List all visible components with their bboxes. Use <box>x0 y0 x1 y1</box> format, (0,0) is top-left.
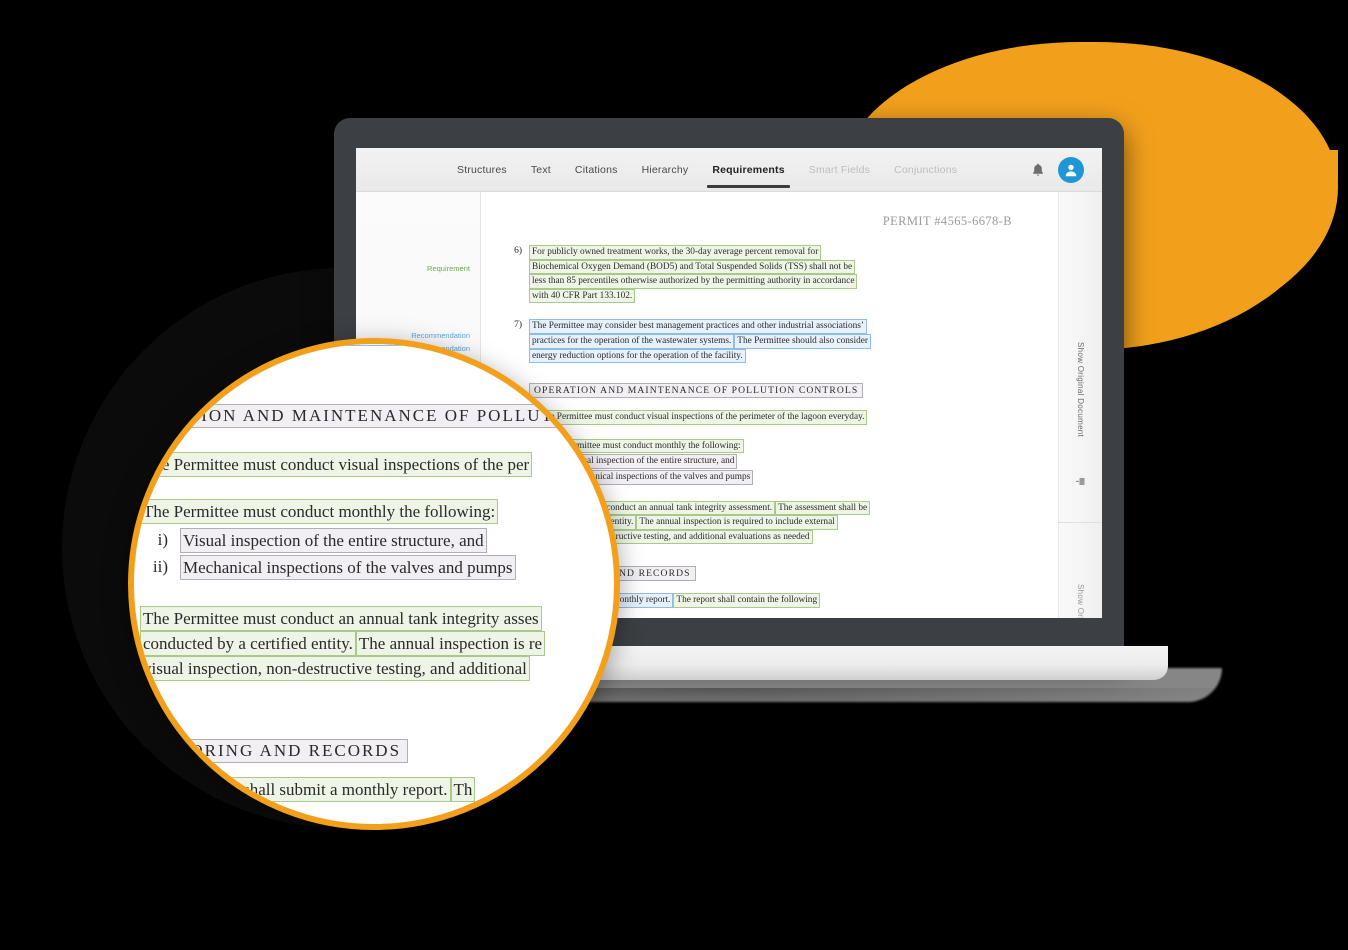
section-e-heading[interactable]: G AND RECORDS <box>595 566 1020 582</box>
clause-6-line-3: less than 85 percentiles otherwise autho… <box>529 274 858 289</box>
right-rail: Show Original Document Show Original Doc… <box>1058 192 1102 618</box>
magnified-item-2-ii-text: Mechanical inspections of the valves and… <box>180 555 516 580</box>
magnified-e-item-1-line-2: information: <box>140 802 231 824</box>
tab-text[interactable]: Text <box>528 148 554 191</box>
section-d-item-3-line-2b: The annual inspection is required to inc… <box>636 515 838 530</box>
magnified-section-d-heading[interactable]: D. OPERATION AND MAINTENANCE OF POLLUTIO <box>134 404 614 428</box>
magnified-e-item-1[interactable]: 1) The Permittee shall submit a monthly … <box>134 777 614 824</box>
magnified-item-1-text: The Permittee must conduct visual inspec… <box>140 452 533 477</box>
rail-label-requirement: Requirement <box>427 264 470 273</box>
magnified-item-2[interactable]: 2) The Permittee must conduct monthly th… <box>134 499 614 524</box>
magnified-e-item-1-i-text: The date, place, time, and method <box>180 829 416 830</box>
magnified-e-item-1-number: 1) <box>134 777 140 824</box>
tab-hierarchy[interactable]: Hierarchy <box>639 148 692 191</box>
show-original-document-label[interactable]: Show Original Document <box>1076 342 1085 437</box>
tab-requirements[interactable]: Requirements <box>707 148 791 191</box>
magnified-item-2-i-number: i) <box>157 530 168 549</box>
tab-structures[interactable]: Structures <box>454 148 510 191</box>
clause-7-line-1: The Permittee may consider best manageme… <box>529 319 867 334</box>
magnified-section-e-heading[interactable]: E. MONITORING AND RECORDS <box>134 739 614 763</box>
clause-6-line-2: Biochemical Oxygen Demand (BOD5) and Tot… <box>529 259 856 275</box>
magnified-item-2-ii[interactable]: ii) Mechanical inspections of the valves… <box>140 555 614 580</box>
magnified-item-3[interactable]: 3) The Permittee must conduct an annual … <box>134 606 614 681</box>
tab-citations[interactable]: Citations <box>572 148 621 191</box>
magnified-item-3-line-3: visual inspection, non-destructive testi… <box>140 656 530 681</box>
tab-conjunctions[interactable]: Conjunctions <box>891 148 960 191</box>
permit-number: PERMIT #4565-6678-B <box>882 214 1012 228</box>
document-toggle-icon[interactable] <box>1075 474 1086 485</box>
show-original-document-label-secondary: Show Original Document <box>1076 584 1085 618</box>
magnified-e-item-1-line-1: The Permittee shall submit a monthly rep… <box>140 777 476 802</box>
magnified-item-3-line-2: conducted by a certified entity. The annu… <box>140 631 546 656</box>
magnified-e-item-1-i-number: i) <box>140 829 180 830</box>
clause-6-number: 6) <box>514 246 522 256</box>
section-d-item-3[interactable]: Permittee must conduct an annual tank in… <box>545 500 1020 545</box>
tab-smart-fields[interactable]: Smart Fields <box>806 148 873 191</box>
section-e-item-1-line-1b: The report shall contain the following <box>673 593 821 608</box>
section-d-item-2-i[interactable]: i) Visual inspection of the entire struc… <box>545 454 1020 469</box>
magnified-item-1[interactable]: 1) The Permittee must conduct visual ins… <box>134 452 614 477</box>
magnified-item-2-ii-number: ii) <box>152 557 168 576</box>
stage: Structures Text Citations Hierarchy Requ… <box>0 0 1348 950</box>
magnified-item-3-line-2b: The annual inspection is re <box>355 631 546 656</box>
magnifier-lens: es for the operation of the was nergy re… <box>128 338 620 830</box>
right-rail-divider <box>1059 522 1102 523</box>
magnified-e-item-1-body: The Permittee shall submit a monthly rep… <box>140 777 476 824</box>
magnified-e-item-1-i[interactable]: i) The date, place, time, and method <box>140 829 620 830</box>
section-d-item-3-line-1b: The assessment shall be <box>775 500 871 516</box>
clause-6-line-4: with 40 CFR Part 133.102. <box>529 288 636 304</box>
clause-6[interactable]: 6) For publicly owned treatment works, t… <box>503 245 1020 304</box>
bell-icon[interactable] <box>1030 162 1046 178</box>
magnified-item-3-body: The Permittee must conduct an annual tan… <box>140 606 546 681</box>
magnified-item-3-line-1: The Permittee must conduct an annual tan… <box>140 606 542 631</box>
magnified-section-e-title: MONITORING AND RECORDS <box>134 739 409 763</box>
magnified-document: es for the operation of the was nergy re… <box>134 344 620 830</box>
section-d-item-2-ii[interactable]: ii) Mechanical inspections of the valves… <box>545 469 1020 485</box>
topbar-actions <box>1030 156 1084 183</box>
section-d-item-2[interactable]: The Permittee must conduct monthly the f… <box>545 438 1020 485</box>
user-avatar[interactable] <box>1058 156 1084 183</box>
clause-7-line-2b: The Permittee should also consider <box>734 333 871 349</box>
nav-tabs: Structures Text Citations Hierarchy Requ… <box>454 148 960 191</box>
magnified-e-item-1-line-1b: Th <box>450 777 476 802</box>
magnified-item-3-line-2a: conducted by a certified entity. <box>140 631 356 656</box>
magnified-item-2-i[interactable]: i) Visual inspection of the entire struc… <box>140 528 614 553</box>
clause-6-line-1: For publicly owned treatment works, the … <box>529 245 822 260</box>
magnified-item-2-text: The Permittee must conduct monthly the f… <box>140 499 499 524</box>
app-topbar: Structures Text Citations Hierarchy Requ… <box>356 148 1102 192</box>
magnified-item-2-i-text: Visual inspection of the entire structur… <box>180 528 487 553</box>
magnified-section-d-title: OPERATION AND MAINTENANCE OF POLLUTIO <box>134 404 583 428</box>
magnifier-content: es for the operation of the was nergy re… <box>134 344 614 824</box>
clause-6-body: For publicly owned treatment works, the … <box>529 245 1020 304</box>
magnified-e-item-1-line-1a: The Permittee shall submit a monthly rep… <box>140 777 451 802</box>
